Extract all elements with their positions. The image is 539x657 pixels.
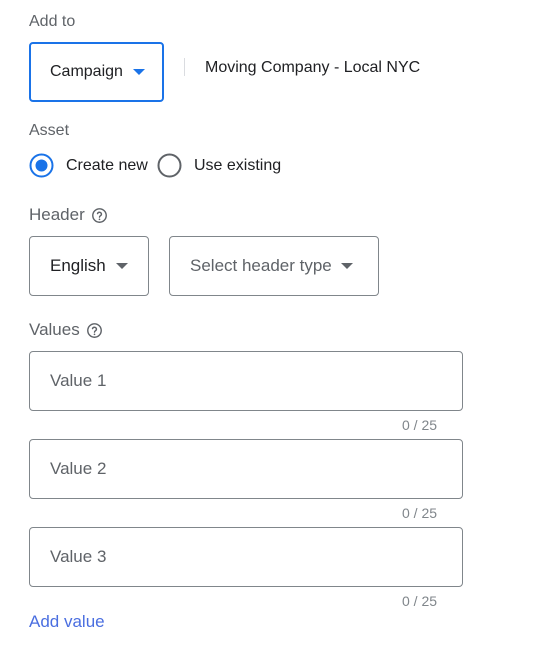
radio-checked-icon	[29, 153, 54, 178]
asset-label: Asset	[29, 122, 70, 139]
value-1-input[interactable]: Value 1	[29, 351, 463, 411]
divider	[184, 58, 185, 76]
level-dropdown[interactable]: Campaign	[29, 42, 164, 102]
header-label: Header	[29, 205, 85, 224]
value-1-counter: 0 / 25	[402, 417, 438, 433]
radio-use-existing-label: Use existing	[194, 156, 282, 174]
values-label: Values	[29, 320, 80, 339]
chevron-down-icon	[115, 263, 128, 269]
add-value-link[interactable]: Add value	[29, 612, 105, 632]
language-dropdown[interactable]: English	[29, 236, 149, 296]
header-type-placeholder: Select header type	[190, 256, 332, 275]
value-2-counter: 0 / 25	[402, 505, 438, 521]
help-icon[interactable]	[91, 207, 108, 224]
chevron-down-icon	[132, 69, 145, 75]
level-dropdown-value: Campaign	[50, 63, 123, 80]
value-2-placeholder: Value 2	[50, 459, 107, 478]
radio-create-new-label: Create new	[66, 156, 148, 174]
radio-create-new[interactable]: Create new	[29, 153, 148, 178]
values-section-title: Values	[29, 320, 103, 340]
radio-use-existing[interactable]: Use existing	[157, 153, 281, 178]
language-dropdown-value: English	[50, 256, 106, 275]
value-3-counter: 0 / 25	[402, 593, 438, 609]
value-1-placeholder: Value 1	[50, 371, 107, 390]
campaign-name: Moving Company - Local NYC	[205, 59, 421, 76]
value-3-input[interactable]: Value 3	[29, 527, 463, 587]
header-type-dropdown[interactable]: Select header type	[169, 236, 379, 296]
value-2-input[interactable]: Value 2	[29, 439, 463, 499]
value-3-placeholder: Value 3	[50, 547, 107, 566]
header-section-title: Header	[29, 205, 108, 225]
add-to-label: Add to	[29, 13, 76, 30]
help-icon[interactable]	[86, 322, 103, 339]
radio-unchecked-icon	[157, 153, 182, 178]
chevron-down-icon	[340, 263, 353, 269]
